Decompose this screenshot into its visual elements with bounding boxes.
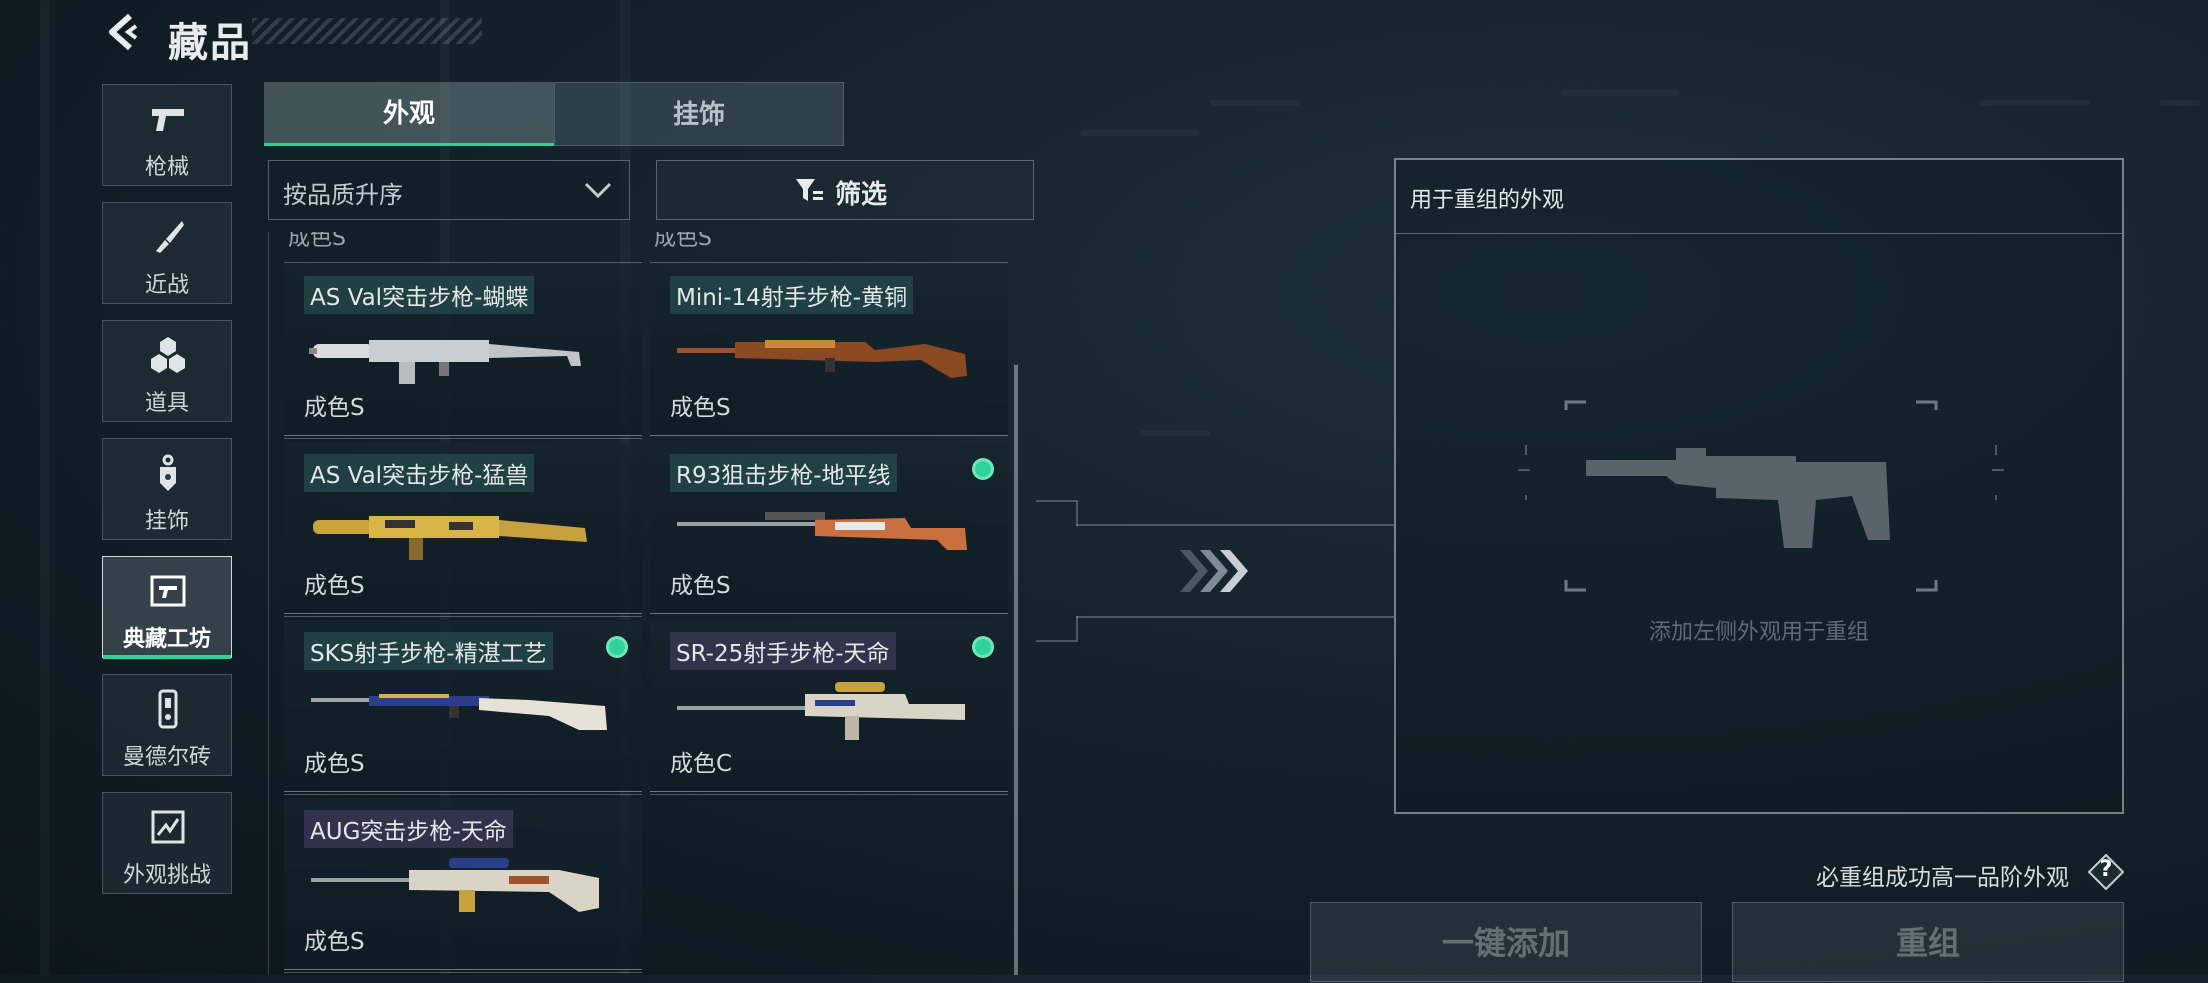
skin-condition: 成色S [670, 395, 731, 421]
skin-list[interactable]: 成色S 成色S AS Val突击步枪-蝴蝶 成色S Mini-14射手步枪-黄铜… [268, 232, 1036, 975]
tab-appearance[interactable]: 外观 [264, 82, 554, 146]
page-title: 藏品 [168, 20, 252, 66]
skin-name: SR-25射手步枪-天命 [670, 632, 896, 670]
list-border [268, 232, 269, 975]
skin-condition: 成色S [304, 395, 365, 421]
sort-dropdown[interactable]: 按品质升序 [268, 160, 630, 220]
one-click-add-button[interactable]: 一键添加 [1310, 902, 1702, 982]
skin-card[interactable]: SR-25射手步枪-天命 成色C [650, 620, 1008, 792]
panel-hint: 添加左侧外观用于重组 [1648, 620, 1869, 645]
list-scrollbar[interactable] [1014, 365, 1018, 975]
selected-indicator [972, 636, 994, 658]
background-streak [1980, 100, 2090, 106]
rifle-image [311, 694, 607, 730]
triple-chevron-right-icon [1180, 550, 1248, 592]
rifle-image [309, 340, 581, 384]
title-decoration [252, 18, 482, 44]
nav-label: 道具 [144, 391, 189, 416]
recombine-panel: 用于重组的外观 添加左侧外观用于重组 [1394, 158, 2124, 814]
partial-item-condition: 成色S [288, 232, 346, 251]
nav-item-melee[interactable]: 近战 [102, 202, 232, 304]
skin-condition: 成色S [670, 573, 731, 599]
rifle-image [677, 682, 965, 740]
connector-line [1076, 616, 1394, 618]
nav-label: 挂饰 [144, 509, 189, 534]
skin-card[interactable]: AS Val突击步枪-蝴蝶 成色S [284, 264, 642, 436]
nav-item-mandel-brick[interactable]: 曼德尔砖 [102, 674, 232, 776]
filter-icon [796, 179, 823, 201]
workshop-frame-icon [150, 575, 186, 607]
nav-label: 典藏工坊 [122, 627, 211, 652]
nav-item-workshop[interactable]: 典藏工坊 [102, 556, 232, 659]
background-stripe [40, 0, 50, 975]
background-streak [1140, 430, 1210, 436]
rifle-image [311, 858, 599, 912]
skin-condition: 成色S [304, 929, 365, 955]
connector-line [1076, 616, 1078, 642]
nav-label: 外观挑战 [122, 863, 211, 888]
empty-weapon-slot-icon[interactable] [1516, 400, 2006, 610]
skin-card[interactable]: SKS射手步枪-精湛工艺 成色S [284, 620, 642, 792]
nav-item-pendants[interactable]: 挂饰 [102, 438, 232, 540]
nav-label: 枪械 [144, 155, 189, 180]
card-divider [284, 794, 642, 795]
card-divider [284, 438, 642, 439]
skin-name: AS Val突击步枪-猛兽 [304, 454, 535, 492]
panel-divider [1396, 233, 2122, 234]
skin-card[interactable]: AUG突击步枪-天命 成色S [284, 798, 642, 970]
card-divider [650, 262, 1008, 263]
skin-name: AUG突击步枪-天命 [304, 810, 513, 848]
knife-icon [156, 221, 184, 253]
filter-label: 筛选 [835, 180, 888, 210]
panel-title: 用于重组的外观 [1410, 188, 1565, 213]
skin-card[interactable]: Mini-14射手步枪-黄铜 成色S [650, 264, 1008, 436]
skin-condition: 成色S [304, 751, 365, 777]
skin-card[interactable]: AS Val突击步枪-猛兽 成色S [284, 442, 642, 614]
rifle-image [313, 516, 587, 560]
nav-item-appearance-challenge[interactable]: 外观挑战 [102, 792, 232, 894]
card-divider [284, 262, 642, 263]
skin-name: Mini-14射手步枪-黄铜 [670, 276, 914, 314]
rifle-image [677, 512, 967, 550]
selected-indicator [606, 636, 628, 658]
background-streak [1210, 100, 1300, 106]
background-streak [1080, 130, 1200, 136]
hexagon-cluster-icon [151, 337, 185, 373]
connector-line [1036, 500, 1076, 502]
nav-item-firearms[interactable]: 枪械 [102, 84, 232, 186]
recombine-rule-text: 必重组成功高一品阶外观 [1816, 865, 2069, 891]
skin-condition: 成色S [304, 573, 365, 599]
mandel-brick-icon [158, 689, 178, 729]
charm-tag-icon [160, 454, 176, 491]
nav-label: 近战 [144, 273, 189, 298]
selected-indicator [972, 458, 994, 480]
tab-pendant[interactable]: 挂饰 [554, 82, 844, 146]
chevron-down-icon [584, 182, 612, 199]
pistol-icon [152, 109, 184, 131]
help-button[interactable]: ? [2088, 854, 2124, 890]
recombine-button[interactable]: 重组 [1732, 902, 2124, 982]
nav-item-items[interactable]: 道具 [102, 320, 232, 422]
connector-line [1036, 640, 1076, 642]
back-arrow-icon[interactable] [102, 12, 142, 52]
challenge-icon [151, 810, 185, 844]
skin-name: R93狙击步枪-地平线 [670, 454, 897, 492]
card-divider [284, 616, 642, 617]
skin-name: AS Val突击步枪-蝴蝶 [304, 276, 535, 314]
card-divider [284, 972, 642, 973]
connector-line [1076, 524, 1394, 526]
filter-button[interactable]: 筛选 [656, 160, 1034, 220]
rifle-image [677, 340, 967, 378]
background-streak [1560, 90, 1680, 96]
partial-item-condition: 成色S [654, 232, 712, 251]
nav-label: 曼德尔砖 [122, 745, 211, 770]
connector-line [1076, 500, 1078, 526]
card-divider [650, 794, 1008, 795]
skin-name: SKS射手步枪-精湛工艺 [304, 632, 553, 670]
skin-card[interactable]: R93狙击步枪-地平线 成色S [650, 442, 1008, 614]
skin-condition: 成色C [670, 751, 733, 777]
help-symbol: ? [2099, 857, 2113, 882]
background-streak [2160, 100, 2200, 106]
sort-selected-value: 按品质升序 [283, 181, 403, 209]
